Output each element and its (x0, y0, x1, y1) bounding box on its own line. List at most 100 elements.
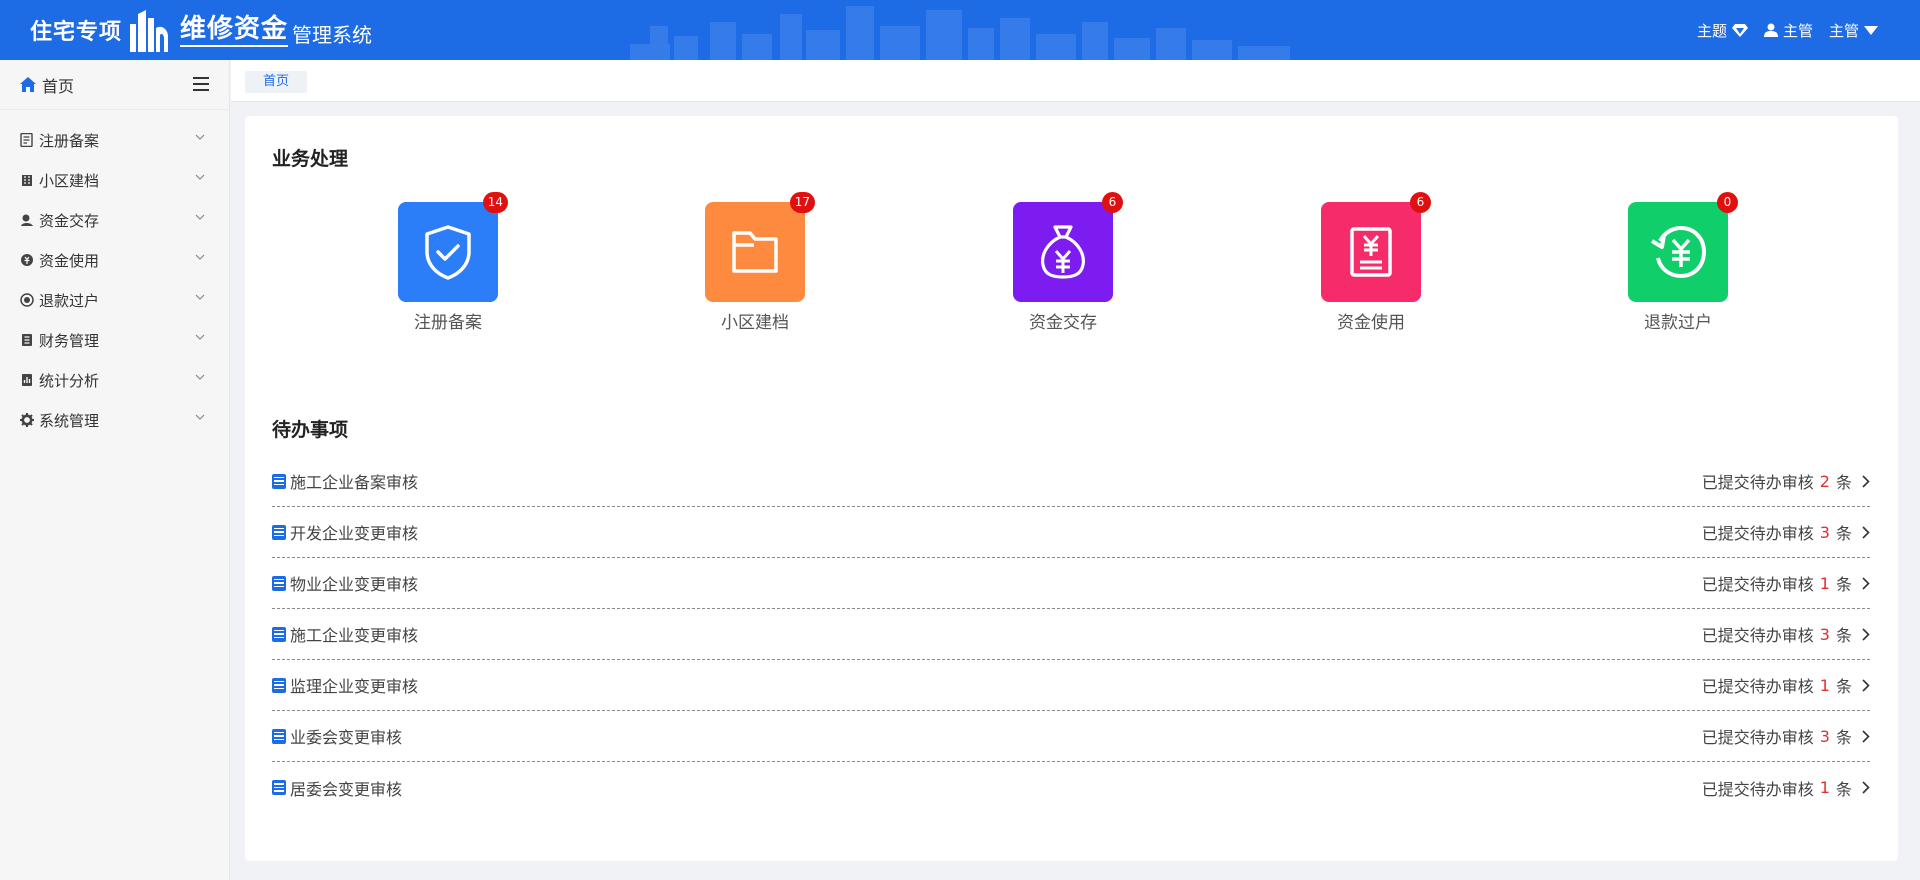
chevron-right-icon (1862, 576, 1870, 590)
todo-prefix: 已提交待办审核 (1701, 575, 1814, 594)
todo-name: 监理企业变更审核 (290, 677, 419, 696)
tile-refund-box: 0 (1628, 192, 1738, 302)
theme-label: 主题 (1696, 21, 1727, 40)
theme-switcher[interactable]: 主题 (1697, 20, 1748, 41)
sidebar-item-register[interactable]: 注册备案 (0, 120, 229, 160)
todo-summary: 已提交待办审核 3 条 (1702, 520, 1870, 544)
building-logo-icon (130, 10, 169, 52)
todo-name: 业委会变更审核 (290, 728, 403, 747)
todo-summary: 已提交待办审核 1 条 (1702, 571, 1870, 595)
tile-refund[interactable]: 0 退款过户 (1598, 192, 1758, 333)
tile-deposit[interactable]: 6 资金交存 (983, 192, 1143, 333)
list-item[interactable]: 物业企业变更审核 已提交待办审核 1 条 (272, 558, 1870, 609)
top-header: 住宅专项 维修资金 管理系统 主题 主管 主管 (0, 0, 1920, 60)
chevron-right-icon (1862, 627, 1870, 641)
todo-prefix: 已提交待办审核 (1701, 473, 1814, 492)
list-icon (272, 575, 286, 591)
list-item[interactable]: 业委会变更审核 已提交待办审核 3 条 (272, 711, 1870, 762)
tile-register-box: 14 (398, 192, 508, 302)
list-icon (272, 728, 286, 744)
tile-community[interactable]: 17 小区建档 (675, 192, 835, 333)
todo-prefix: 已提交待办审核 (1701, 677, 1814, 696)
todo-count: 3 (1819, 624, 1830, 644)
shield-check-icon (425, 225, 471, 280)
sidebar-item-label: 统计分析 (39, 371, 100, 390)
logo-text-part1: 住宅专项 (30, 19, 123, 45)
list-item[interactable]: 监理企业变更审核 已提交待办审核 1 条 (272, 660, 1870, 711)
logo-text-part3: 管理系统 (292, 22, 373, 47)
todo-count: 3 (1819, 726, 1830, 746)
money-bag-icon (1041, 225, 1085, 279)
sidebar-item-deposit[interactable]: 资金交存 (0, 200, 229, 240)
todo-suffix: 条 (1835, 473, 1852, 492)
yuan-document-icon (1350, 227, 1392, 277)
user-dropdown[interactable]: 主管 (1829, 20, 1878, 41)
tile-usage[interactable]: 6 资金使用 (1291, 192, 1451, 333)
sidebar-item-label: 系统管理 (39, 411, 100, 430)
refund-cycle-icon (1650, 225, 1707, 279)
sidebar-item-label: 资金交存 (39, 211, 100, 230)
refund-icon (20, 293, 34, 307)
todo-suffix: 条 (1835, 728, 1852, 747)
gear-icon (20, 413, 34, 427)
tile-label: 资金使用 (1337, 313, 1405, 333)
chevron-right-icon (1862, 678, 1870, 692)
usage-icon (20, 253, 34, 267)
list-icon (272, 473, 286, 489)
stats-icon (20, 373, 34, 387)
todo-suffix: 条 (1835, 524, 1852, 543)
sidebar-item-community[interactable]: 小区建档 (0, 160, 229, 200)
list-item[interactable]: 开发企业变更审核 已提交待办审核 3 条 (272, 507, 1870, 558)
count-badge: 17 (789, 192, 815, 213)
main-panel: 业务处理 14 注册备案 17 小区建档 6 资金交存 6 资金使用 0 退款过… (245, 116, 1898, 861)
todo-summary: 已提交待办审核 1 条 (1702, 673, 1870, 697)
user-name: 主管 (1782, 21, 1813, 40)
sidebar-menu: 注册备案 小区建档 资金交存 资金使用 退款过户 财务管理 统计分析 系统管理 (0, 110, 229, 440)
tile-register[interactable]: 14 注册备案 (368, 192, 528, 333)
user-info[interactable]: 主管 (1763, 20, 1813, 41)
todo-list: 施工企业备案审核 已提交待办审核 2 条 开发企业变更审核 已提交待办审核 3 … (272, 456, 1870, 813)
breadcrumb: 首页 (231, 60, 1920, 102)
sidebar-item-label: 退款过户 (39, 291, 100, 310)
sidebar-item-label: 注册备案 (39, 131, 100, 150)
todo-summary: 已提交待办审核 3 条 (1702, 622, 1870, 646)
sidebar-item-refund[interactable]: 退款过户 (0, 280, 229, 320)
header-actions: 主题 主管 主管 (1681, 0, 1878, 60)
todo-prefix: 已提交待办审核 (1701, 524, 1814, 543)
deposit-icon (20, 213, 34, 227)
user-icon (1763, 23, 1778, 37)
sidebar-item-label: 小区建档 (39, 171, 100, 190)
todo-summary: 已提交待办审核 3 条 (1702, 724, 1870, 748)
list-item[interactable]: 居委会变更审核 已提交待办审核 1 条 (272, 762, 1870, 813)
todo-name: 施工企业变更审核 (290, 626, 419, 645)
todo-prefix: 已提交待办审核 (1701, 728, 1814, 747)
chevron-down-icon (195, 214, 205, 220)
chevron-down-icon (195, 334, 205, 340)
sidebar-item-finance[interactable]: 财务管理 (0, 320, 229, 360)
building-icon (20, 173, 34, 187)
list-item[interactable]: 施工企业变更审核 已提交待办审核 3 条 (272, 609, 1870, 660)
sidebar-item-stats[interactable]: 统计分析 (0, 360, 229, 400)
logo-text-part2: 维修资金 (180, 13, 289, 47)
todo-count: 1 (1819, 573, 1830, 593)
folder-icon (732, 231, 778, 273)
todo-suffix: 条 (1835, 779, 1852, 799)
list-icon (272, 677, 286, 693)
sidebar-item-usage[interactable]: 资金使用 (0, 240, 229, 280)
home-icon (20, 77, 36, 92)
chevron-down-icon (195, 134, 205, 140)
todo-name: 开发企业变更审核 (290, 524, 419, 543)
tile-deposit-box: 6 (1013, 192, 1123, 302)
chevron-right-icon (1862, 474, 1870, 488)
todo-section-title: 待办事项 (272, 419, 349, 441)
app-logo: 住宅专项 维修资金 管理系统 (30, 8, 372, 52)
breadcrumb-home[interactable]: 首页 (245, 71, 308, 93)
menu-toggle-icon[interactable] (193, 77, 209, 91)
sidebar-item-system[interactable]: 系统管理 (0, 400, 229, 440)
todo-name: 居委会变更审核 (290, 779, 403, 799)
sidebar-home-label: 首页 (42, 76, 75, 96)
sidebar-home[interactable]: 首页 (0, 60, 229, 110)
todo-suffix: 条 (1835, 626, 1852, 645)
list-item[interactable]: 施工企业备案审核 已提交待办审核 2 条 (272, 456, 1870, 507)
chevron-down-icon (195, 254, 205, 260)
